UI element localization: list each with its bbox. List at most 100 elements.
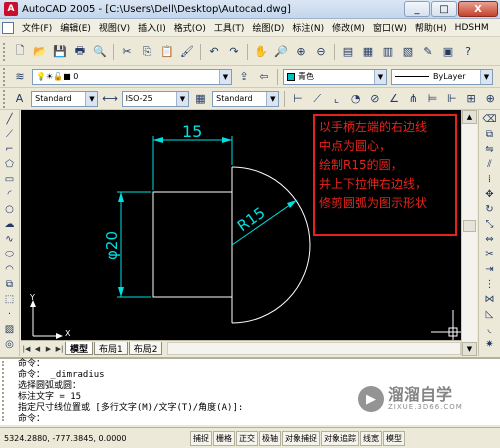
tab-model[interactable]: 模型 [65,342,94,355]
tab-first-icon[interactable]: |◀ [21,343,32,355]
hatch-icon[interactable]: ▨ [2,322,18,337]
tab-layout1[interactable]: 布局1 [94,342,128,355]
model-toggle[interactable]: 模型 [383,430,405,446]
fillet-icon[interactable]: ◟ [482,322,498,337]
new-file-icon[interactable]: 🗋 [11,43,29,61]
baseline-dimension-icon[interactable]: ⊨ [424,90,441,108]
cut-icon[interactable]: ✂ [118,43,136,61]
dim-style-icon[interactable]: ⟷ [101,90,118,108]
open-file-icon[interactable]: 📂 [31,43,49,61]
menu-file[interactable]: 文件(F) [18,21,56,34]
rotate-icon[interactable]: ↻ [482,202,498,217]
polyline-icon[interactable]: ⌐ [2,142,18,157]
toolbar-grip[interactable] [3,42,7,61]
sheet-set-icon[interactable]: ▧ [399,43,417,61]
otrack-toggle[interactable]: 对象追踪 [321,430,359,446]
menu-window[interactable]: 窗口(W) [369,21,411,34]
ortho-toggle[interactable]: 正交 [236,430,258,446]
tab-last-icon[interactable]: ▶| [54,343,65,355]
save-icon[interactable]: 💾 [51,43,69,61]
menu-dimension[interactable]: 标注(N) [288,21,328,34]
copy-icon[interactable]: ⎘ [138,43,156,61]
aligned-dimension-icon[interactable]: ⟋ [309,90,326,108]
tab-prev-icon[interactable]: ◀ [32,343,43,355]
menu-view[interactable]: 视图(V) [95,21,134,34]
center-mark-icon[interactable]: ⊕ [482,90,499,108]
scroll-thumb[interactable] [463,220,476,232]
command-window-grip[interactable] [2,361,10,421]
mirror-icon[interactable]: ⇋ [482,142,498,157]
close-button[interactable]: X [458,1,498,17]
match-properties-icon[interactable]: 🖌 [178,43,196,61]
layer-previous-icon[interactable]: ⇦ [255,68,273,86]
angular-dimension-icon[interactable]: ∠ [386,90,403,108]
chamfer-icon[interactable]: ◺ [482,307,498,322]
chevron-down-icon[interactable]: ▼ [374,69,386,84]
osnap-toggle[interactable]: 对象捕捉 [282,430,320,446]
paste-icon[interactable]: 📋 [158,43,176,61]
make-current-layer-icon[interactable]: ⇪ [235,68,253,86]
chevron-down-icon[interactable]: ▼ [219,69,231,84]
quick-dimension-icon[interactable]: ⋔ [405,90,422,108]
print-icon[interactable]: 🖶 [71,43,89,61]
zoom-previous-icon[interactable]: ⊖ [312,43,330,61]
menu-tools[interactable]: 工具(T) [210,21,249,34]
layer-manager-icon[interactable]: ≋ [11,68,29,86]
polygon-icon[interactable]: ⬠ [2,157,18,172]
scale-icon[interactable]: ⤡ [482,217,498,232]
zoom-realtime-icon[interactable]: 🔎 [272,43,290,61]
continue-dimension-icon[interactable]: ⊩ [443,90,460,108]
text-style-icon[interactable]: A [11,90,28,108]
radius-dimension-icon[interactable]: ◔ [347,90,364,108]
tab-layout2[interactable]: 布局2 [128,342,163,355]
menu-format[interactable]: 格式(O) [170,21,210,34]
spline-icon[interactable]: ∿ [2,232,18,247]
copy-object-icon[interactable]: ⧉ [482,127,498,142]
trim-icon[interactable]: ✂ [482,247,498,262]
lineweight-toggle[interactable]: 线宽 [360,430,382,446]
extend-icon[interactable]: ⇥ [482,262,498,277]
redo-icon[interactable]: ↷ [225,43,243,61]
dim-style-combo[interactable]: ISO-25 ▼ [121,90,189,107]
menu-help[interactable]: 帮助(H) [411,21,451,34]
menu-hdshm[interactable]: HDSHM [451,23,493,33]
grid-toggle[interactable]: 栅格 [213,430,235,446]
document-icon[interactable] [2,21,14,34]
insert-block-icon[interactable]: ⧉ [2,277,18,292]
line-icon[interactable]: ╱ [2,112,18,127]
linetype-combo[interactable]: ByLayer ▼ [391,68,493,85]
polar-toggle[interactable]: 极轴 [259,430,281,446]
stretch-icon[interactable]: ⇔ [482,232,498,247]
chevron-down-icon[interactable]: ▼ [85,91,98,106]
pan-icon[interactable]: ✋ [252,43,270,61]
circle-icon[interactable]: ○ [2,202,18,217]
array-icon[interactable]: ⁞ [482,172,498,187]
print-preview-icon[interactable]: 🔍 [91,43,109,61]
erase-icon[interactable]: ⌫ [482,112,498,127]
ellipse-icon[interactable]: ⬭ [2,247,18,262]
markup-icon[interactable]: ✎ [419,43,437,61]
revision-cloud-icon[interactable]: ☁ [2,217,18,232]
layer-combo[interactable]: 💡☀🔓■ 0 ▼ [32,68,232,85]
menu-edit[interactable]: 编辑(E) [56,21,95,34]
ellipse-arc-icon[interactable]: ◠ [2,262,18,277]
properties-icon[interactable]: ▤ [339,43,357,61]
break-icon[interactable]: ⋮ [482,277,498,292]
scroll-down-icon[interactable]: ▼ [462,342,477,356]
toolbar-grip[interactable] [3,89,7,108]
tab-next-icon[interactable]: ▶ [43,343,54,355]
drawing-area[interactable]: 15 φ20 R15 Y X 以手柄左端的右边线 中点为圆心， 绘制R15的圆，… [21,110,461,340]
menu-draw[interactable]: 绘图(D) [248,21,288,34]
snap-toggle[interactable]: 捕捉 [190,430,212,446]
region-icon[interactable]: ◎ [2,337,18,352]
horizontal-scrollbar[interactable] [167,342,461,355]
make-block-icon[interactable]: ⬚ [2,292,18,307]
vertical-scrollbar[interactable]: ▲ ▼ [461,110,477,356]
minimize-button[interactable]: _ [404,1,430,17]
color-combo[interactable]: 青色 ▼ [283,68,387,85]
tolerance-icon[interactable]: ⊞ [462,90,479,108]
zoom-window-icon[interactable]: ⊕ [292,43,310,61]
join-icon[interactable]: ⋈ [482,292,498,307]
table-style-icon[interactable]: ▦ [192,90,209,108]
arc-icon[interactable]: ◜ [2,187,18,202]
